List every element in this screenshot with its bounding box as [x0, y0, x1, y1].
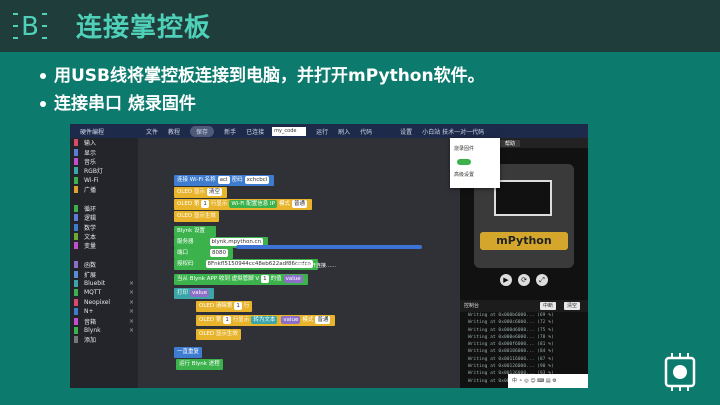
progress-bar: [236, 245, 422, 249]
menu-hardware[interactable]: 硬件编程: [80, 127, 104, 136]
oled-clear-line-block[interactable]: OLED 清除第 1 行: [196, 301, 253, 312]
blynk-port-block[interactable]: 端口 8080: [174, 248, 234, 259]
menu-toggle[interactable]: [450, 155, 500, 168]
menu-code[interactable]: 代码: [360, 127, 372, 136]
sidebar-item[interactable]: 文本: [70, 232, 138, 241]
tab-help[interactable]: 帮助: [500, 139, 521, 147]
menu-flash[interactable]: 刷入: [338, 127, 350, 136]
menu-advanced[interactable]: 高级设置: [450, 168, 500, 181]
project-name-input[interactable]: my_code: [272, 126, 307, 136]
sidebar-item[interactable]: [70, 194, 138, 203]
sidebar-item[interactable]: 扩展: [70, 269, 138, 279]
bullet-item: 用USB线将掌控板连接到电脑，并打开mPython软件。: [40, 62, 485, 90]
sidebar-item[interactable]: 音箱 ×: [70, 316, 138, 326]
mpython-window: 硬件编程 文件 教程 保存 新手 已连接 my_code 运行 刷入 代码 设置…: [70, 124, 588, 388]
tooltip: 循环断开连接……: [296, 263, 337, 269]
sidebar-item[interactable]: Wi-Fi: [70, 176, 138, 185]
sidebar-item[interactable]: Blynk ×: [70, 326, 138, 335]
oled-text-block[interactable]: OLED 第 1 行显示 Wi-Fi 配置信息 IP 模式 普通: [174, 199, 312, 210]
oled-screen: [494, 180, 552, 216]
menu-file[interactable]: 文件: [146, 127, 158, 136]
sidebar-item[interactable]: 逻辑: [70, 213, 138, 222]
block-category-sidebar: 输入 显示 音乐 RGB灯 Wi-Fi 广播循环 逻辑 数学 文本 变量函数 扩展 Bluebit × M…: [70, 138, 138, 388]
settings-dropdown: 烧录固件 高级设置: [450, 138, 500, 188]
sidebar-item[interactable]: 输入: [70, 138, 138, 147]
blynk-vpin-block[interactable]: 当从 Blynk APP 收到 虚拟管脚 V 1 的值 value: [174, 274, 308, 285]
toggle-icon[interactable]: [457, 158, 471, 165]
sidebar-item[interactable]: 函数: [70, 260, 138, 269]
clear-button[interactable]: 清空: [564, 302, 581, 310]
fullscreen-icon[interactable]: ⤢: [536, 274, 548, 286]
console-line: Writing at 0x000d6000... (75 %): [468, 327, 554, 333]
menu-tutorial[interactable]: 教程: [168, 127, 180, 136]
console-line: Writing at 0x00116000... (87 %): [468, 356, 554, 362]
blynk-setup-block[interactable]: Blynk 设置: [174, 226, 216, 237]
console-line: Writing at 0x00106000... (84 %): [468, 349, 554, 355]
menu-flash-firmware[interactable]: 烧录固件: [450, 142, 500, 155]
sidebar-item[interactable]: 广播: [70, 185, 138, 194]
console-line: Writing at 0x00126000... (90 %): [468, 364, 554, 370]
sidebar-item[interactable]: RGB灯: [70, 166, 138, 175]
oled-show-block[interactable]: OLED 显示生效: [174, 211, 219, 222]
sidebar-item[interactable]: 显示: [70, 147, 138, 157]
sidebar-item[interactable]: 添加: [70, 335, 138, 344]
console-header: 控制台 中断 清空: [460, 300, 588, 312]
loop-block[interactable]: 一直重复: [174, 347, 203, 358]
page-title: 连接掌控板: [76, 13, 212, 43]
console-line: Writing at 0x000f6000... (81 %): [468, 342, 554, 348]
sidebar-item[interactable]: Bluebit ×: [70, 279, 138, 288]
interrupt-button[interactable]: 中断: [540, 302, 557, 310]
header-bar: B 连接掌控板: [0, 0, 720, 52]
sidebar-item[interactable]: MQTT ×: [70, 288, 138, 297]
sidebar-item[interactable]: 音乐: [70, 157, 138, 166]
run-blynk-block[interactable]: 运行 Blynk 进程: [176, 359, 223, 370]
console-line: Writing at 0x000e6000... (78 %): [468, 334, 554, 340]
chip-logo-icon: [664, 353, 696, 391]
sidebar-item[interactable]: 循环: [70, 204, 138, 213]
oled-text2-block[interactable]: OLED 第 1 行显示 转为文本 value 模式 普通: [196, 315, 336, 326]
menu-save[interactable]: 保存: [190, 125, 215, 137]
console-line: Writing at 0x000c6000... (72 %): [468, 320, 554, 326]
menu-settings[interactable]: 设置: [400, 127, 412, 136]
wifi-connect-block[interactable]: 连接 Wi-Fi 名称 acl 密码 xchcbcl: [174, 175, 275, 186]
oled-clear-block[interactable]: OLED 显示 清空: [174, 187, 227, 198]
logo-b-icon: B: [13, 12, 47, 42]
menu-connected[interactable]: 已连接: [246, 127, 264, 136]
oled-show2-block[interactable]: OLED 显示生效: [196, 329, 241, 340]
sidebar-item[interactable]: [70, 251, 138, 260]
bullet-list: 用USB线将掌控板连接到电脑，并打开mPython软件。 连接串口 烧录固件: [40, 62, 485, 118]
menu-account[interactable]: 小白站 技术一对一代码: [422, 127, 484, 136]
play-icon[interactable]: ▶: [500, 274, 512, 286]
svg-text:B: B: [21, 12, 39, 42]
sidebar-item[interactable]: N+ ×: [70, 307, 138, 316]
block-canvas[interactable]: 连接 Wi-Fi 名称 acl 密码 xchcbcl OLED 显示 清空 OLED 第…: [138, 138, 513, 388]
menu-run[interactable]: 运行: [316, 127, 328, 136]
refresh-icon[interactable]: ⟳: [518, 274, 530, 286]
system-tray: 中 ⚬ ◎ ☺ ⌨ ▤ ⚙: [508, 374, 588, 388]
menu-newbie[interactable]: 新手: [224, 127, 236, 136]
console-line: Writing at 0x000b6000... (69 %): [468, 313, 554, 318]
bullet-item: 连接串口 烧录固件: [40, 90, 485, 118]
board-brand: mPython: [480, 232, 568, 250]
menubar: 硬件编程 文件 教程 保存 新手 已连接 my_code 运行 刷入 代码 设置…: [70, 124, 588, 138]
sidebar-item[interactable]: Neopixel ×: [70, 298, 138, 307]
sidebar-item[interactable]: 数学: [70, 223, 138, 232]
sidebar-item[interactable]: 变量: [70, 241, 138, 250]
print-block[interactable]: 打印 value: [174, 288, 215, 299]
